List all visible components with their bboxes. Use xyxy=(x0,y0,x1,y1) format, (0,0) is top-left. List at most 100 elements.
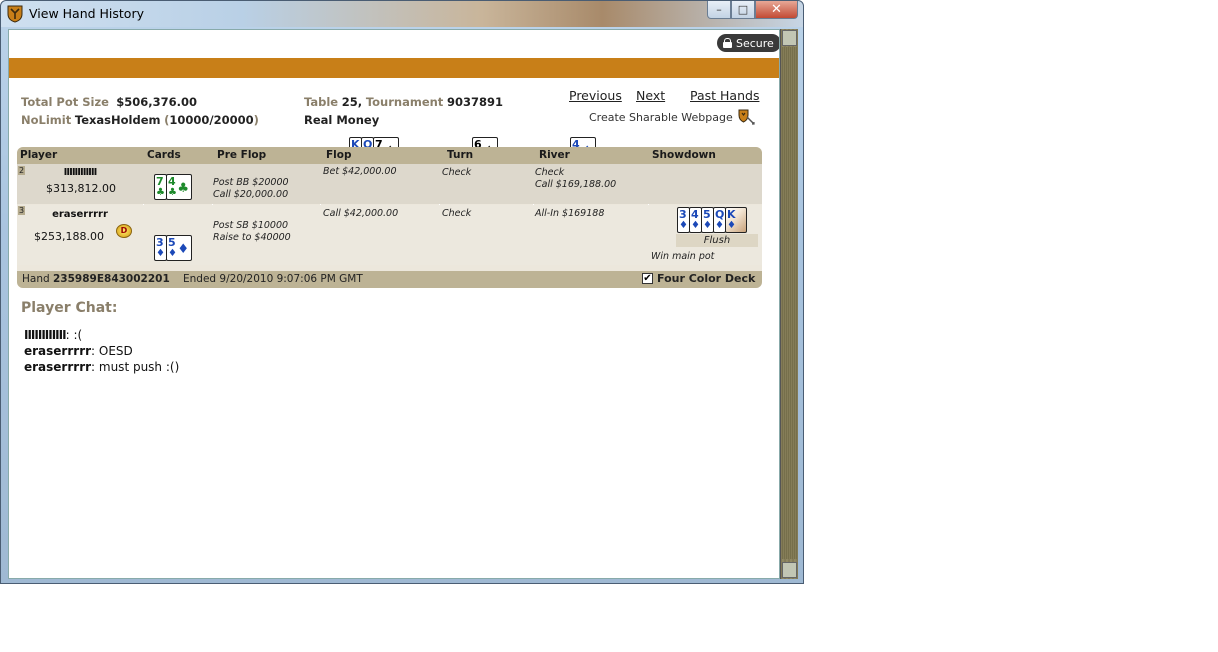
window-title: View Hand History xyxy=(29,6,144,21)
card-rank: 5 xyxy=(703,208,711,221)
player-row[interactable]: 2 IIIIIIIIIIII $313,812.00 7 ♣ 4 ♣ ♣ Post BB… xyxy=(17,164,762,204)
action-text: Check xyxy=(535,167,565,178)
lock-icon xyxy=(723,38,732,48)
river-actions: Check Call $169,188.00 xyxy=(535,167,616,191)
table-header: Player Cards Pre Flop Flop Turn River Sh… xyxy=(17,147,762,164)
secure-badge: Secure xyxy=(717,34,779,52)
table-label: Table xyxy=(304,95,339,109)
scroll-up-button[interactable] xyxy=(782,30,797,46)
playing-card: K♦ xyxy=(725,207,747,233)
vertical-scrollbar[interactable] xyxy=(780,29,798,579)
player-name: eraserrrrr xyxy=(52,209,108,220)
showdown-hand: Flush xyxy=(676,234,758,247)
chat-line: eraserrrrr: OESD xyxy=(24,344,133,358)
card-rank: 3 xyxy=(156,236,164,249)
hand-history-view: Secure Total Pot Size $506,376.00 NoLimi… xyxy=(8,29,780,579)
card-rank: 4 xyxy=(691,208,699,221)
hole-cards: 7 ♣ 4 ♣ ♣ xyxy=(154,174,192,200)
tournament-number: 9037891 xyxy=(446,95,503,109)
player-name: IIIIIIIIIIII xyxy=(63,167,98,178)
playing-card: 4 ♣ ♣ xyxy=(166,174,192,200)
action-text: Call $42,000.00 xyxy=(323,208,399,219)
four-color-deck-toggle[interactable]: ✔ Four Color Deck xyxy=(642,272,755,285)
minimize-icon: – xyxy=(716,3,722,16)
header-turn: Turn xyxy=(447,149,474,161)
hand-label: Hand xyxy=(22,273,50,285)
blinds: 10000/20000 xyxy=(169,113,254,127)
header-showdown: Showdown xyxy=(652,149,716,161)
four-color-label: Four Color Deck xyxy=(657,272,756,285)
table-footer: Hand 235989E843002201 Ended 9/20/2010 9:… xyxy=(17,271,762,288)
pot-info: Total Pot Size $506,376.00 NoLimit Texas… xyxy=(21,95,259,127)
header-cards: Cards xyxy=(147,149,181,161)
chat-line: IIIIIIIIIIII: :( xyxy=(24,328,83,342)
card-rank: 7 xyxy=(156,175,164,188)
playing-card: 5 ♦ ♦ xyxy=(166,235,192,261)
action-text: Call $169,188.00 xyxy=(535,179,617,190)
scroll-down-button[interactable] xyxy=(782,562,797,578)
ended-time: Ended 9/20/2010 9:07:06 PM GMT xyxy=(183,273,363,285)
card-suit-icon: ♦ xyxy=(156,248,165,259)
player-stack: $313,812.00 xyxy=(46,182,116,195)
header-accent-bar xyxy=(9,58,779,78)
game-limit: NoLimit xyxy=(21,113,72,127)
secure-label: Secure xyxy=(736,36,774,50)
header-player: Player xyxy=(20,149,58,161)
action-text: Call $20,000.00 xyxy=(213,189,289,200)
header-flop: Flop xyxy=(326,149,352,161)
close-icon: ✕ xyxy=(771,2,782,17)
minimize-button[interactable]: – xyxy=(707,1,731,19)
chat-text: OESD xyxy=(98,344,133,358)
share-webpage-icon xyxy=(738,109,755,125)
maximize-button[interactable]: □ xyxy=(731,1,755,19)
game-name: TexasHoldem xyxy=(74,113,161,127)
card-suit-icon: ♦ xyxy=(691,220,700,231)
chat-name: IIIIIIIIIIII xyxy=(24,328,67,342)
chat-line: eraserrrrr: must push :() xyxy=(24,360,180,374)
chat-text: :( xyxy=(73,328,83,342)
header-preflop: Pre Flop xyxy=(217,149,267,161)
action-text: Post SB $10000 xyxy=(213,220,289,231)
tournament-label: Tournament xyxy=(365,95,444,109)
card-suit-icon: ♣ xyxy=(156,187,165,198)
chat-text: must push :() xyxy=(98,360,180,374)
result-text: Win main pot xyxy=(651,251,715,262)
table-info: Table 25, Tournament 9037891 Real Money xyxy=(304,95,503,127)
card-rank: K xyxy=(727,208,736,221)
hand-table: Player Cards Pre Flop Flop Turn River Sh… xyxy=(17,147,762,288)
action-text: All-In $169188 xyxy=(535,208,605,219)
player-row[interactable]: 3 eraserrrrr $253,188.00 D 3 ♦ 5 ♦ ♦ Post SB… xyxy=(17,205,762,265)
chat-title: Player Chat: xyxy=(21,300,118,316)
past-hands-link[interactable]: Past Hands xyxy=(690,88,759,103)
table-number: 25 xyxy=(341,95,358,109)
card-suit-icon: ♦ xyxy=(703,220,712,231)
action-text: Bet $42,000.00 xyxy=(323,166,397,177)
dealer-chip-icon: D xyxy=(116,224,132,238)
share-label: Create Sharable Webpage xyxy=(589,110,733,124)
app-window: View Hand History – □ ✕ Secure Total Pot… xyxy=(0,0,804,584)
title-bar[interactable]: View Hand History – □ ✕ xyxy=(1,1,803,27)
turn-actions: Check xyxy=(442,167,471,179)
scroll-thumb[interactable] xyxy=(782,47,797,559)
card-suit-icon: ♦ xyxy=(715,220,724,231)
share-link[interactable]: Create Sharable Webpage xyxy=(589,109,755,125)
app-logo-icon xyxy=(7,5,23,23)
money-type: Real Money xyxy=(304,113,380,127)
action-text: Check xyxy=(442,208,472,219)
card-suit-icon: ♦ xyxy=(177,242,189,257)
flop-actions: Call $42,000.00 xyxy=(323,208,398,220)
showdown-cards: 3 ♦ 4 ♦ 5 ♦ Q ♦ K ♦ xyxy=(677,207,747,233)
preflop-actions: Post BB $20000 Call $20,000.00 xyxy=(213,177,289,201)
hole-cards: 3 ♦ 5 ♦ ♦ xyxy=(154,235,192,261)
flop-actions: Bet $42,000.00 xyxy=(323,166,397,178)
card-suit-icon: ♣ xyxy=(177,181,189,196)
card-suit-icon: ♦ xyxy=(679,220,688,231)
card-rank: Q xyxy=(715,208,725,221)
next-link[interactable]: Next xyxy=(636,88,665,103)
total-pot-value: $506,376.00 xyxy=(116,95,198,109)
four-color-checkbox[interactable]: ✔ xyxy=(642,273,653,284)
river-actions: All-In $169188 xyxy=(535,208,604,220)
action-text: Post BB $20000 xyxy=(213,177,289,188)
close-button[interactable]: ✕ xyxy=(755,1,798,19)
previous-link[interactable]: Previous xyxy=(569,88,622,103)
